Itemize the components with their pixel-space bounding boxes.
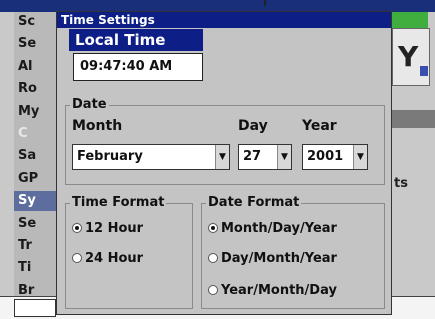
background-tick-mark (264, 0, 266, 6)
year-value: 2001 (307, 149, 344, 164)
background-small-indicator (420, 66, 428, 76)
dialog-title: Time Settings (61, 13, 155, 27)
background-input-field[interactable] (14, 299, 56, 317)
local-time-header: Local Time (69, 29, 203, 51)
radio-button-icon[interactable] (72, 252, 82, 263)
background-menu-item[interactable]: Sy (14, 191, 60, 212)
month-select[interactable]: February ▼ (72, 144, 230, 170)
background-highlight-bar (392, 110, 435, 128)
date-format-option-label: Day/Month/Year (221, 251, 337, 266)
chevron-down-icon[interactable]: ▼ (277, 145, 291, 169)
time-format-group: Time Format 12 Hour 24 Hour (65, 196, 193, 309)
local-time-field[interactable]: 09:47:40 AM (73, 53, 203, 81)
date-format-option-label: Year/Month/Day (221, 283, 337, 298)
chevron-down-icon[interactable]: ▼ (353, 145, 367, 169)
background-preview-icon: Y (398, 40, 419, 73)
time-format-option-label: 24 Hour (85, 251, 144, 266)
background-menu-item[interactable]: Ro (18, 79, 58, 99)
dialog-titlebar[interactable]: Time Settings (57, 12, 391, 28)
time-settings-dialog: Time Settings Local Time 09:47:40 AM Dat… (56, 11, 392, 315)
date-format-option[interactable]: Day/Month/Year (208, 250, 337, 268)
year-select[interactable]: 2001 ▼ (302, 144, 368, 170)
background-menu-item[interactable]: GP (18, 169, 58, 189)
chevron-down-icon[interactable]: ▼ (215, 145, 229, 169)
date-format-option[interactable]: Year/Month/Day (208, 282, 337, 300)
date-format-option-label: Month/Day/Year (221, 221, 337, 236)
time-format-option[interactable]: 24 Hour (72, 250, 143, 268)
time-format-option-label: 12 Hour (85, 221, 144, 236)
background-menu-item[interactable]: Al (18, 57, 58, 77)
background-menu-item[interactable]: My (18, 102, 58, 122)
radio-button-icon[interactable] (208, 284, 218, 295)
background-menu-item[interactable]: Ti (18, 258, 58, 278)
background-menu-item[interactable]: Sc (18, 12, 58, 32)
background-menu-item[interactable]: Se (18, 214, 58, 234)
background-menu-item[interactable]: Tr (18, 236, 58, 256)
radio-button-icon[interactable] (208, 252, 218, 263)
date-format-group: Date Format Month/Day/Year Day/Month/Year… (201, 196, 385, 309)
radio-button-icon[interactable] (72, 222, 82, 233)
day-label: Day (238, 118, 268, 134)
date-group-label: Date (70, 97, 109, 112)
year-label: Year (302, 118, 337, 134)
time-format-option[interactable]: 12 Hour (72, 220, 143, 238)
month-value: February (77, 149, 143, 164)
day-value: 27 (243, 149, 262, 164)
date-format-option[interactable]: Month/Day/Year (208, 220, 337, 238)
background-menu-item[interactable]: Se (18, 34, 58, 54)
radio-button-icon[interactable] (208, 222, 218, 233)
background-partial-text: ts (394, 176, 408, 191)
time-format-group-label: Time Format (70, 195, 167, 210)
day-select[interactable]: 27 ▼ (238, 144, 292, 170)
background-menu-item[interactable]: C (18, 124, 58, 144)
background-menu-item[interactable]: Sa (18, 146, 58, 166)
date-format-group-label: Date Format (206, 195, 302, 210)
date-group: Date Month Day Year February ▼ 27 ▼ 2001… (65, 98, 385, 185)
month-label: Month (72, 118, 123, 134)
background-status-indicator (392, 12, 428, 28)
